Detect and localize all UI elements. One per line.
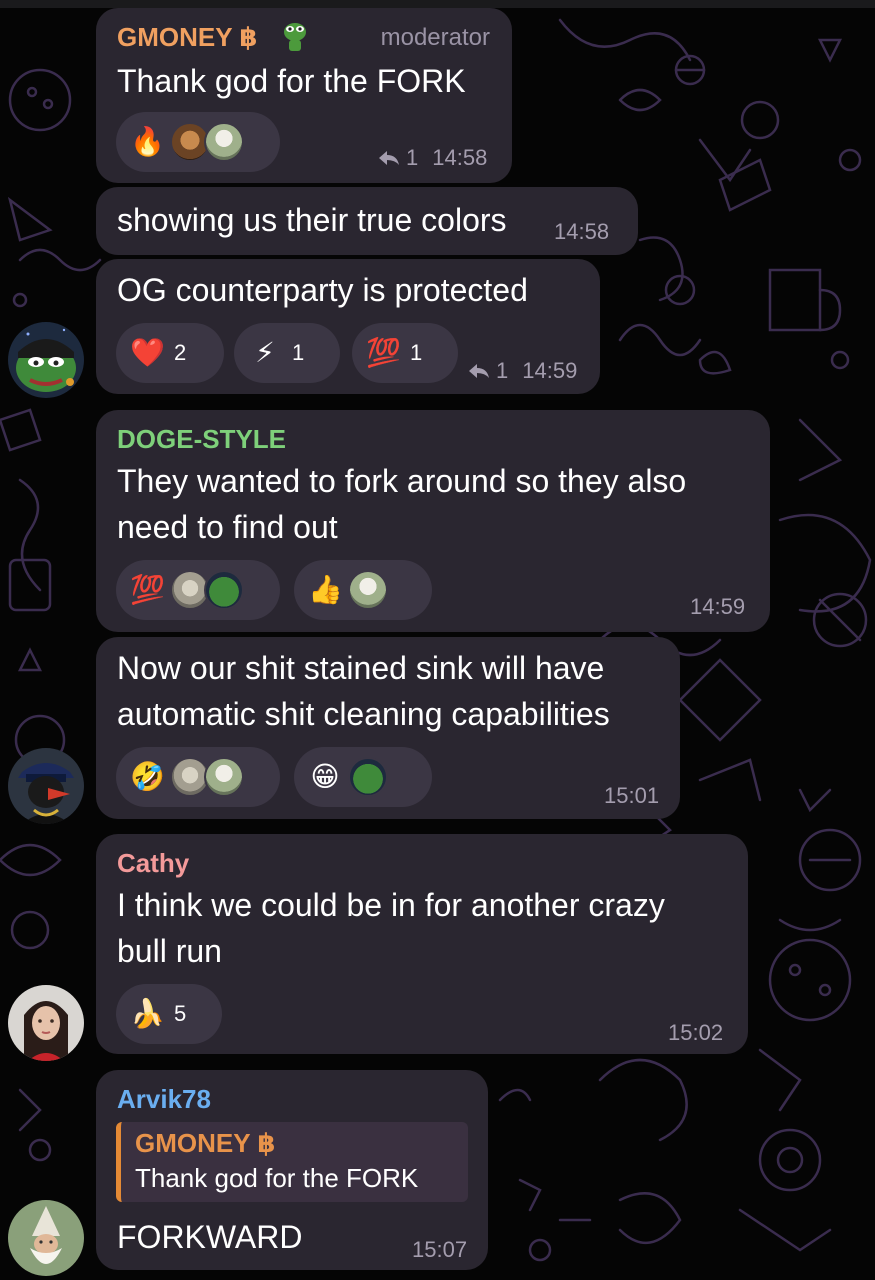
quoted-text: Thank god for the FORK	[135, 1163, 419, 1193]
cathy-avatar[interactable]	[8, 985, 84, 1061]
message-time: 15:02	[668, 1020, 724, 1045]
message-bubble[interactable]: GMONEY ฿ moderator Thank god for the FOR…	[96, 8, 512, 183]
reaction-count: 1	[292, 340, 305, 365]
message-bubble[interactable]: Now our shit stained sink will have auto…	[96, 637, 680, 819]
role-badge: moderator	[380, 24, 490, 51]
reply-arrow-icon	[469, 364, 489, 378]
message-text: I think we could be in for another crazy	[117, 887, 665, 923]
reply-count[interactable]: 1 14:58	[378, 145, 487, 171]
message-text: showing us their true colors	[117, 202, 507, 238]
reaction-pill[interactable]: ⚡ 1	[234, 323, 340, 383]
rofl-reaction-icon: 🤣	[130, 761, 165, 792]
message-time: 15:01	[604, 783, 660, 808]
message-time: 15:07	[412, 1237, 468, 1262]
reaction-pill[interactable]: 🔥	[116, 112, 280, 172]
message-time: 14:58	[554, 219, 610, 244]
quoted-sender: GMONEY ฿	[135, 1128, 276, 1158]
reaction-pill[interactable]: 👍	[294, 560, 432, 620]
banana-reaction-icon: 🍌	[130, 998, 165, 1029]
message-text: Now our shit stained sink will have	[117, 650, 605, 686]
message-text: bull run	[117, 933, 222, 969]
reply-count[interactable]: 1 14:59	[468, 358, 577, 384]
thumbs-up-reaction-icon: 👍	[308, 574, 343, 605]
heart-reaction-icon: ❤️	[130, 337, 165, 368]
sender-name[interactable]: Cathy	[117, 848, 189, 879]
message-time: 14:59	[522, 358, 578, 383]
pepe-icon	[284, 23, 306, 51]
message-time: 14:58	[432, 145, 488, 170]
voter-avatar-gnome	[204, 122, 244, 162]
lightning-reaction-icon: ⚡	[255, 337, 275, 368]
gangster-avatar[interactable]	[8, 748, 84, 824]
message-text: automatic shit cleaning capabilities	[117, 696, 610, 732]
message-time: 14:59	[690, 594, 746, 619]
reaction-count: 2	[174, 340, 187, 365]
message-text: OG counterparty is protected	[117, 272, 528, 308]
sender-name[interactable]: DOGE-STYLE	[117, 424, 286, 455]
hundred-reaction-icon: 💯	[130, 574, 165, 605]
message-bubble[interactable]: OG counterparty is protected ❤️ 2 ⚡ 1 💯 …	[96, 259, 600, 394]
reply-arrow-icon	[379, 151, 399, 165]
voter-avatar-pepe	[348, 757, 388, 797]
grin-reaction-icon: 😁	[310, 761, 340, 792]
reaction-count: 1	[410, 340, 423, 365]
message-bubble[interactable]: showing us their true colors 14:58	[96, 187, 638, 255]
quoted-reply[interactable]: GMONEY ฿ Thank god for the FORK	[116, 1122, 468, 1202]
message-bubble[interactable]: Arvik78 GMONEY ฿ Thank god for the FORK …	[96, 1070, 488, 1270]
voter-avatar-gnome	[348, 570, 388, 610]
gnome-avatar[interactable]	[8, 1200, 84, 1276]
reaction-pill[interactable]: 💯	[116, 560, 280, 620]
voter-avatar-pepe	[204, 570, 244, 610]
sender-name[interactable]: GMONEY ฿	[117, 22, 257, 53]
reaction-pill[interactable]: 🤣	[116, 747, 280, 807]
reaction-pill[interactable]: 🍌 5	[116, 984, 222, 1044]
message-text: They wanted to fork around so they also	[117, 463, 687, 499]
voter-avatar-gnome	[204, 757, 244, 797]
hundred-reaction-icon: 💯	[366, 337, 401, 368]
message-text: FORKWARD	[117, 1219, 303, 1255]
reaction-pill[interactable]: 💯 1	[352, 323, 458, 383]
message-bubble[interactable]: Cathy I think we could be in for another…	[96, 834, 748, 1054]
reaction-pill[interactable]: 😁	[294, 747, 432, 807]
message-text: Thank god for the FORK	[117, 63, 466, 99]
message-bubble[interactable]: DOGE-STYLE They wanted to fork around so…	[96, 410, 770, 632]
pepe-avatar[interactable]	[8, 322, 84, 398]
sender-name[interactable]: Arvik78	[117, 1084, 211, 1115]
fire-reaction-icon: 🔥	[130, 126, 165, 157]
message-text: need to find out	[117, 509, 338, 545]
reaction-count: 5	[174, 1001, 187, 1026]
reaction-pill[interactable]: ❤️ 2	[116, 323, 224, 383]
